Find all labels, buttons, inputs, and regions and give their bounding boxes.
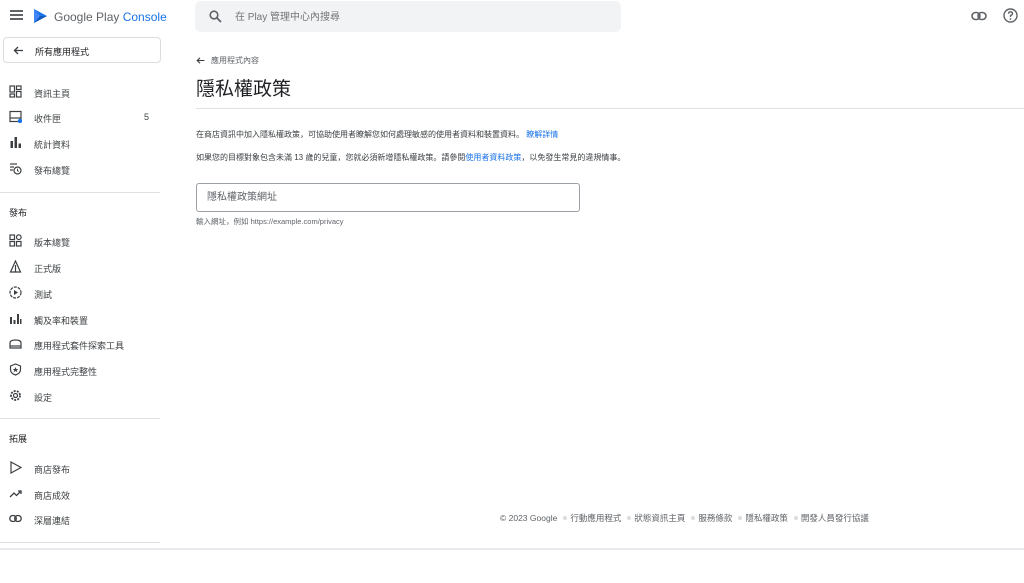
sidebar-item-label: 資訊主頁 bbox=[34, 89, 71, 99]
play-console-logo-icon[interactable] bbox=[33, 8, 48, 24]
sidebar-item-label: 應用程式完整性 bbox=[34, 367, 98, 377]
footer-separator bbox=[563, 516, 568, 520]
footer-link-status-dashboard[interactable]: 狀態資訊主頁 bbox=[634, 512, 685, 524]
bottom-divider bbox=[0, 548, 1024, 550]
sidebar-item-label: 版本總覽 bbox=[34, 238, 71, 248]
brand-name[interactable]: Google Play Console bbox=[54, 10, 167, 24]
footer-separator bbox=[738, 516, 743, 520]
description-text: 在商店資訊中加入隱私權政策，可協助使用者瞭解您如何處理敏感的使用者資料和裝置資料… bbox=[196, 130, 524, 139]
sidebar-item-label: 商店成效 bbox=[34, 491, 71, 501]
footer-link-mobile-app[interactable]: 行動應用程式 bbox=[570, 512, 621, 524]
inbox-count-badge: 5 bbox=[144, 112, 150, 122]
footer-link-terms[interactable]: 服務條款 bbox=[698, 512, 732, 524]
sidebar-item-label: 正式版 bbox=[34, 264, 62, 274]
sidebar-item-deep-links[interactable]: 深層連結 bbox=[0, 508, 168, 530]
footer-separator bbox=[793, 516, 798, 520]
footer-link-privacy[interactable]: 隱私權政策 bbox=[745, 512, 788, 524]
publishing-overview-icon bbox=[10, 163, 22, 175]
sidebar-item-label: 發布總覽 bbox=[34, 166, 71, 176]
settings-icon bbox=[10, 390, 21, 401]
sidebar-item-releases-overview[interactable]: 版本總覽 bbox=[0, 230, 168, 252]
page-title: 隱私權政策 bbox=[196, 79, 292, 100]
sidebar-divider bbox=[0, 192, 160, 193]
title-divider bbox=[196, 108, 1024, 109]
sidebar: 所有應用程式 資訊主頁 收件匣 5 統計資料 發布總覽 發布 版本總覽 正式版 … bbox=[0, 34, 168, 549]
privacy-policy-url-input[interactable] bbox=[196, 183, 580, 212]
section-title-grow: 拓展 bbox=[9, 434, 28, 444]
link-icon[interactable] bbox=[971, 10, 987, 22]
learn-more-link[interactable]: 瞭解詳情 bbox=[526, 130, 558, 139]
sidebar-item-publishing-overview[interactable]: 發布總覽 bbox=[0, 158, 168, 180]
description-text: ，以免發生常見的違規情事。 bbox=[521, 153, 626, 162]
footer-separator bbox=[627, 516, 632, 520]
reach-devices-icon bbox=[10, 314, 22, 324]
sidebar-item-testing[interactable]: 測試 bbox=[0, 282, 168, 304]
bundle-explorer-icon bbox=[9, 339, 22, 349]
help-icon[interactable] bbox=[1003, 8, 1018, 23]
sidebar-item-label: 深層連結 bbox=[34, 516, 71, 526]
sidebar-item-reach-devices[interactable]: 觸及率和裝置 bbox=[0, 308, 168, 330]
sidebar-item-label: 測試 bbox=[34, 290, 53, 300]
footer-copyright: © 2023 Google bbox=[500, 513, 558, 523]
sidebar-item-inbox[interactable]: 收件匣 5 bbox=[0, 106, 168, 128]
sidebar-item-bundle-explorer[interactable]: 應用程式套件探索工具 bbox=[0, 333, 168, 355]
search-input[interactable] bbox=[235, 9, 605, 25]
sidebar-item-statistics[interactable]: 統計資料 bbox=[0, 132, 168, 154]
sidebar-item-label: 商店發布 bbox=[34, 465, 71, 475]
app-integrity-icon bbox=[9, 363, 22, 376]
footer-separator bbox=[691, 516, 696, 520]
releases-overview-icon bbox=[9, 234, 22, 247]
sidebar-item-settings[interactable]: 設定 bbox=[0, 385, 168, 407]
testing-icon bbox=[9, 286, 22, 299]
description-text: 如果您的目標對象包含未滿 13 歲的兒童，您就必須新增隱私權政策。請參閱 bbox=[196, 153, 466, 162]
url-helper-text: 輸入網址，例如 https://example.com/privacy bbox=[196, 217, 344, 226]
menu-icon[interactable] bbox=[10, 10, 23, 20]
store-performance-icon bbox=[9, 490, 22, 498]
sidebar-item-production[interactable]: 正式版 bbox=[0, 256, 168, 278]
production-icon bbox=[9, 260, 22, 273]
sidebar-item-store-presence[interactable]: 商店發布 bbox=[0, 457, 168, 479]
arrow-back-icon bbox=[13, 46, 23, 55]
sidebar-item-app-integrity[interactable]: 應用程式完整性 bbox=[0, 359, 168, 381]
sidebar-divider bbox=[0, 418, 160, 419]
search-bar[interactable] bbox=[195, 1, 621, 32]
user-data-policy-link[interactable]: 使用者資料政策 bbox=[465, 153, 521, 162]
footer-link-developer-agreement[interactable]: 開發人員發行協議 bbox=[801, 512, 869, 524]
sidebar-item-label: 應用程式套件探索工具 bbox=[34, 341, 125, 351]
search-icon bbox=[209, 10, 222, 23]
all-apps-button[interactable]: 所有應用程式 bbox=[3, 37, 161, 63]
sidebar-item-dashboard[interactable]: 資訊主頁 bbox=[0, 81, 168, 103]
deep-links-icon bbox=[9, 514, 22, 523]
inbox-icon bbox=[9, 110, 22, 123]
sidebar-item-label: 觸及率和裝置 bbox=[34, 316, 89, 326]
footer: © 2023 Google 行動應用程式 狀態資訊主頁 服務條款 隱私權政策 開… bbox=[500, 512, 869, 524]
top-bar: Google Play Console bbox=[0, 0, 1024, 34]
sidebar-item-label: 設定 bbox=[34, 393, 53, 403]
statistics-icon bbox=[10, 137, 21, 148]
all-apps-label: 所有應用程式 bbox=[35, 47, 90, 57]
description-paragraph-1: 在商店資訊中加入隱私權政策，可協助使用者瞭解您如何處理敏感的使用者資料和裝置資料… bbox=[196, 129, 558, 140]
dashboard-icon bbox=[9, 85, 22, 98]
sidebar-divider bbox=[0, 542, 160, 543]
sidebar-item-store-performance[interactable]: 商店成效 bbox=[0, 483, 168, 505]
description-paragraph-2: 如果您的目標對象包含未滿 13 歲的兒童，您就必須新增隱私權政策。請參閱使用者資… bbox=[196, 152, 625, 163]
arrow-back-icon bbox=[196, 57, 205, 64]
section-title-release: 發布 bbox=[9, 208, 28, 218]
sidebar-item-label: 收件匣 bbox=[34, 114, 62, 124]
sidebar-item-label: 統計資料 bbox=[34, 140, 71, 150]
store-presence-icon bbox=[10, 461, 22, 474]
breadcrumb-label: 應用程式內容 bbox=[211, 56, 259, 65]
